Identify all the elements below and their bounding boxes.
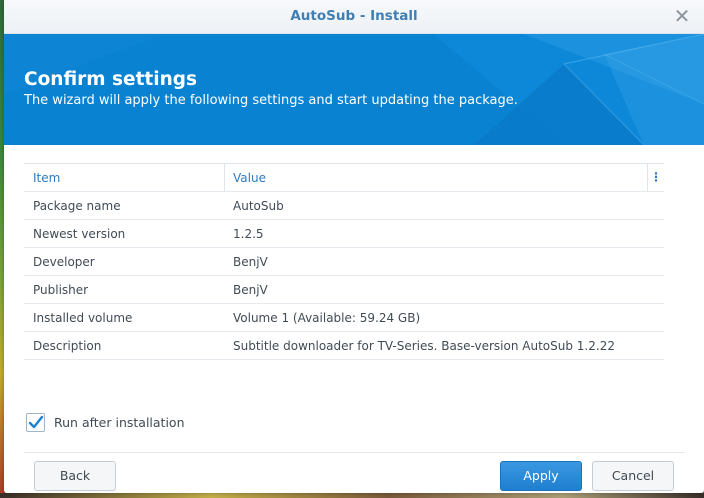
table-row[interactable]: Description Subtitle downloader for TV-S…: [24, 332, 664, 360]
table-row[interactable]: Installed volume Volume 1 (Available: 59…: [24, 304, 664, 332]
back-button[interactable]: Back: [34, 461, 116, 491]
table-row[interactable]: Developer BenjV: [24, 248, 664, 276]
install-dialog: AutoSub - Install ✕ Confirm settings The…: [4, 0, 704, 493]
row-value: Volume 1 (Available: 59.24 GB): [233, 311, 421, 325]
row-value: AutoSub: [233, 199, 284, 213]
column-menu-icon[interactable]: ⋮: [648, 164, 664, 191]
row-value: BenjV: [233, 255, 268, 269]
row-item: Package name: [33, 199, 121, 213]
apply-button[interactable]: Apply: [500, 461, 582, 491]
row-value: 1.2.5: [233, 227, 264, 241]
checkmark-icon: [28, 415, 44, 429]
wizard-banner: Confirm settings The wizard will apply t…: [4, 34, 704, 145]
footer-divider: [24, 452, 684, 453]
dialog-titlebar: AutoSub - Install ✕: [4, 0, 704, 34]
table-row[interactable]: Package name AutoSub: [24, 192, 664, 220]
row-item: Developer: [33, 255, 95, 269]
run-after-installation-label[interactable]: Run after installation: [54, 415, 185, 430]
dialog-title: AutoSub - Install: [290, 8, 418, 24]
row-item: Description: [33, 339, 102, 353]
table-row[interactable]: Publisher BenjV: [24, 276, 664, 304]
row-value: BenjV: [233, 283, 268, 297]
banner-title: Confirm settings: [24, 69, 198, 90]
close-icon[interactable]: ✕: [672, 6, 692, 26]
column-header-item[interactable]: Item: [33, 171, 60, 185]
banner-subtitle: The wizard will apply the following sett…: [24, 93, 518, 108]
column-divider: [224, 164, 225, 191]
table-header: Item Value ⋮: [24, 164, 664, 192]
row-item: Newest version: [33, 227, 126, 241]
desktop-background-bottom: [0, 493, 704, 498]
row-item: Publisher: [33, 283, 89, 297]
column-header-value[interactable]: Value: [233, 171, 266, 185]
row-value: Subtitle downloader for TV-Series. Base-…: [233, 339, 615, 353]
table-row[interactable]: Newest version 1.2.5: [24, 220, 664, 248]
row-item: Installed volume: [33, 311, 133, 325]
cancel-button[interactable]: Cancel: [592, 461, 674, 491]
settings-table: Item Value ⋮ Package name AutoSub Newest…: [24, 163, 664, 360]
run-after-installation-checkbox[interactable]: [26, 413, 45, 432]
